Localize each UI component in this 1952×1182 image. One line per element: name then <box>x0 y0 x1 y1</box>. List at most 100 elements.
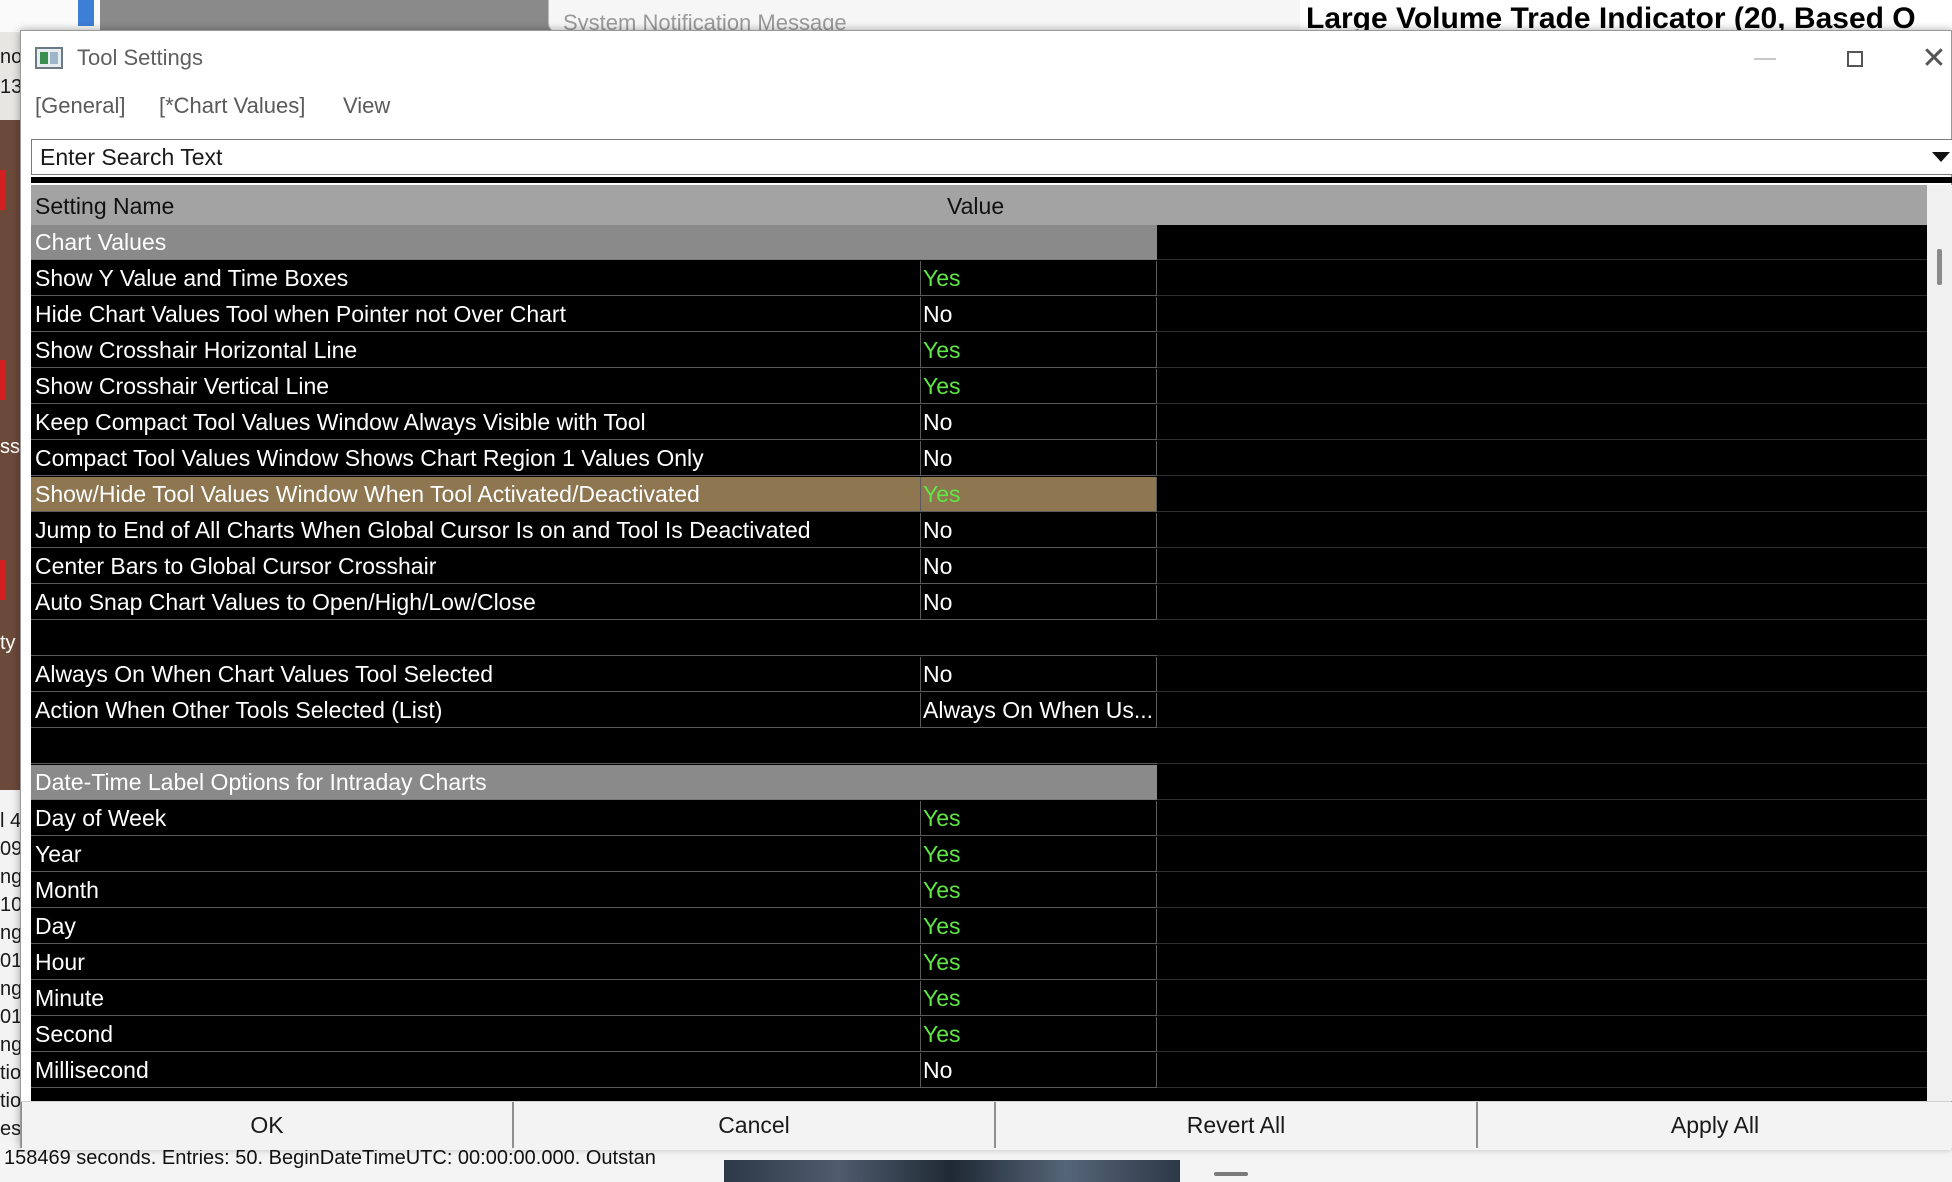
setting-row[interactable]: Hide Chart Values Tool when Pointer not … <box>31 297 1927 333</box>
setting-name: Year <box>31 837 921 872</box>
background-red-mark <box>0 170 6 210</box>
setting-row[interactable]: Year Yes <box>31 837 1927 873</box>
setting-row[interactable]: Day Yes <box>31 909 1927 945</box>
setting-value[interactable]: No <box>921 585 1157 620</box>
chevron-down-icon[interactable] <box>1932 152 1950 162</box>
empty-cell <box>1157 729 1927 764</box>
empty-cell <box>1157 405 1927 440</box>
cancel-button[interactable]: Cancel <box>513 1102 995 1148</box>
blank-row <box>31 621 1927 657</box>
setting-row[interactable]: Center Bars to Global Cursor Crosshair No <box>31 549 1927 585</box>
background-text-fragment: tio <box>0 1062 22 1084</box>
grid-header: Setting Name Value <box>31 185 1927 225</box>
setting-value[interactable]: Yes <box>921 981 1157 1016</box>
apply-all-button[interactable]: Apply All <box>1477 1102 1952 1148</box>
section-header-row[interactable]: Chart Values <box>31 225 1927 261</box>
ok-button[interactable]: OK <box>21 1102 513 1148</box>
setting-value[interactable]: Yes <box>921 1017 1157 1052</box>
minimize-button[interactable] <box>1735 39 1795 79</box>
empty-cell <box>1157 297 1927 332</box>
setting-name <box>31 621 1157 656</box>
setting-row[interactable]: Show/Hide Tool Values Window When Tool A… <box>31 477 1927 513</box>
background-text-fragment: 10 <box>0 894 23 916</box>
setting-name: Hide Chart Values Tool when Pointer not … <box>31 297 921 332</box>
setting-name: Millisecond <box>31 1053 921 1088</box>
setting-value[interactable]: No <box>921 513 1157 548</box>
maximize-button[interactable] <box>1825 39 1885 79</box>
title-bar[interactable]: Tool Settings ✕ <box>21 31 1951 87</box>
empty-cell <box>1157 909 1927 944</box>
setting-row[interactable]: Auto Snap Chart Values to Open/High/Low/… <box>31 585 1927 621</box>
maximize-icon <box>1847 51 1863 67</box>
setting-row[interactable]: Always On When Chart Values Tool Selecte… <box>31 657 1927 693</box>
empty-cell <box>1157 621 1927 656</box>
setting-value[interactable]: Always On When Us... <box>921 693 1157 728</box>
setting-row[interactable]: Minute Yes <box>31 981 1927 1017</box>
empty-cell <box>1157 513 1927 548</box>
empty-cell <box>1157 981 1927 1016</box>
empty-cell <box>1157 441 1927 476</box>
setting-row[interactable]: Day of Week Yes <box>31 801 1927 837</box>
grid-scrollbar[interactable] <box>1927 185 1952 1101</box>
setting-row[interactable]: Month Yes <box>31 873 1927 909</box>
setting-row[interactable]: Hour Yes <box>31 945 1927 981</box>
setting-name: Show Crosshair Horizontal Line <box>31 333 921 368</box>
empty-cell <box>1157 477 1927 512</box>
setting-name: Day <box>31 909 921 944</box>
empty-cell <box>1157 693 1927 728</box>
setting-value[interactable]: Yes <box>921 909 1157 944</box>
menu-general[interactable]: [General] <box>35 93 126 119</box>
setting-value[interactable]: Yes <box>921 873 1157 908</box>
empty-cell <box>1157 369 1927 404</box>
setting-name: Auto Snap Chart Values to Open/High/Low/… <box>31 585 921 620</box>
setting-value[interactable]: No <box>921 441 1157 476</box>
setting-row[interactable]: Show Crosshair Vertical Line Yes <box>31 369 1927 405</box>
setting-row[interactable]: Show Y Value and Time Boxes Yes <box>31 261 1927 297</box>
empty-cell <box>1157 585 1927 620</box>
revert-all-button[interactable]: Revert All <box>995 1102 1477 1148</box>
search-input[interactable] <box>32 140 1918 174</box>
app-icon <box>35 47 63 69</box>
column-header-setting-name[interactable]: Setting Name <box>35 193 174 220</box>
setting-name: Second <box>31 1017 921 1052</box>
setting-value[interactable]: Yes <box>921 333 1157 368</box>
setting-value[interactable]: Yes <box>921 261 1157 296</box>
setting-row[interactable]: Millisecond No <box>31 1053 1927 1089</box>
setting-value[interactable]: Yes <box>921 801 1157 836</box>
background-text-fragment: ng <box>0 922 23 944</box>
setting-row[interactable]: Keep Compact Tool Values Window Always V… <box>31 405 1927 441</box>
setting-value[interactable]: No <box>921 405 1157 440</box>
setting-row[interactable]: Jump to End of All Charts When Global Cu… <box>31 513 1927 549</box>
setting-row[interactable]: Show Crosshair Horizontal Line Yes <box>31 333 1927 369</box>
close-button[interactable]: ✕ <box>1915 39 1952 79</box>
background-text-fragment: 01 <box>0 950 23 972</box>
background-text-fragment: ng <box>0 1034 23 1056</box>
setting-value[interactable]: Yes <box>921 837 1157 872</box>
setting-name: Show Crosshair Vertical Line <box>31 369 921 404</box>
setting-row[interactable]: Compact Tool Values Window Shows Chart R… <box>31 441 1927 477</box>
empty-cell <box>1157 333 1927 368</box>
background-red-mark <box>0 560 6 600</box>
menu-view[interactable]: View <box>343 93 390 119</box>
setting-value[interactable]: No <box>921 297 1157 332</box>
settings-grid: Setting Name Value Chart Values Show Y Va… <box>31 185 1927 1101</box>
setting-value[interactable]: Yes <box>921 477 1157 512</box>
setting-row[interactable]: Second Yes <box>31 1017 1927 1053</box>
empty-cell <box>1157 657 1927 692</box>
setting-row[interactable]: Action When Other Tools Selected (List) A… <box>31 693 1927 729</box>
setting-value[interactable]: No <box>921 1053 1157 1088</box>
setting-value[interactable]: Yes <box>921 945 1157 980</box>
scrollbar-thumb[interactable] <box>1937 249 1942 285</box>
background-text-fragment: 13 <box>0 76 23 98</box>
empty-cell <box>1157 945 1927 980</box>
minimize-icon <box>1754 58 1776 60</box>
menu-chart-values[interactable]: [*Chart Values] <box>159 93 305 119</box>
section-header-row[interactable]: Date-Time Label Options for Intraday Cha… <box>31 765 1927 801</box>
setting-name: Jump to End of All Charts When Global Cu… <box>31 513 921 548</box>
setting-value[interactable]: Yes <box>921 369 1157 404</box>
setting-value[interactable]: No <box>921 657 1157 692</box>
background-notification-window: System Notification Message <box>548 0 1330 35</box>
empty-cell <box>1157 1053 1927 1088</box>
setting-value[interactable]: No <box>921 549 1157 584</box>
column-header-value[interactable]: Value <box>947 193 1004 220</box>
